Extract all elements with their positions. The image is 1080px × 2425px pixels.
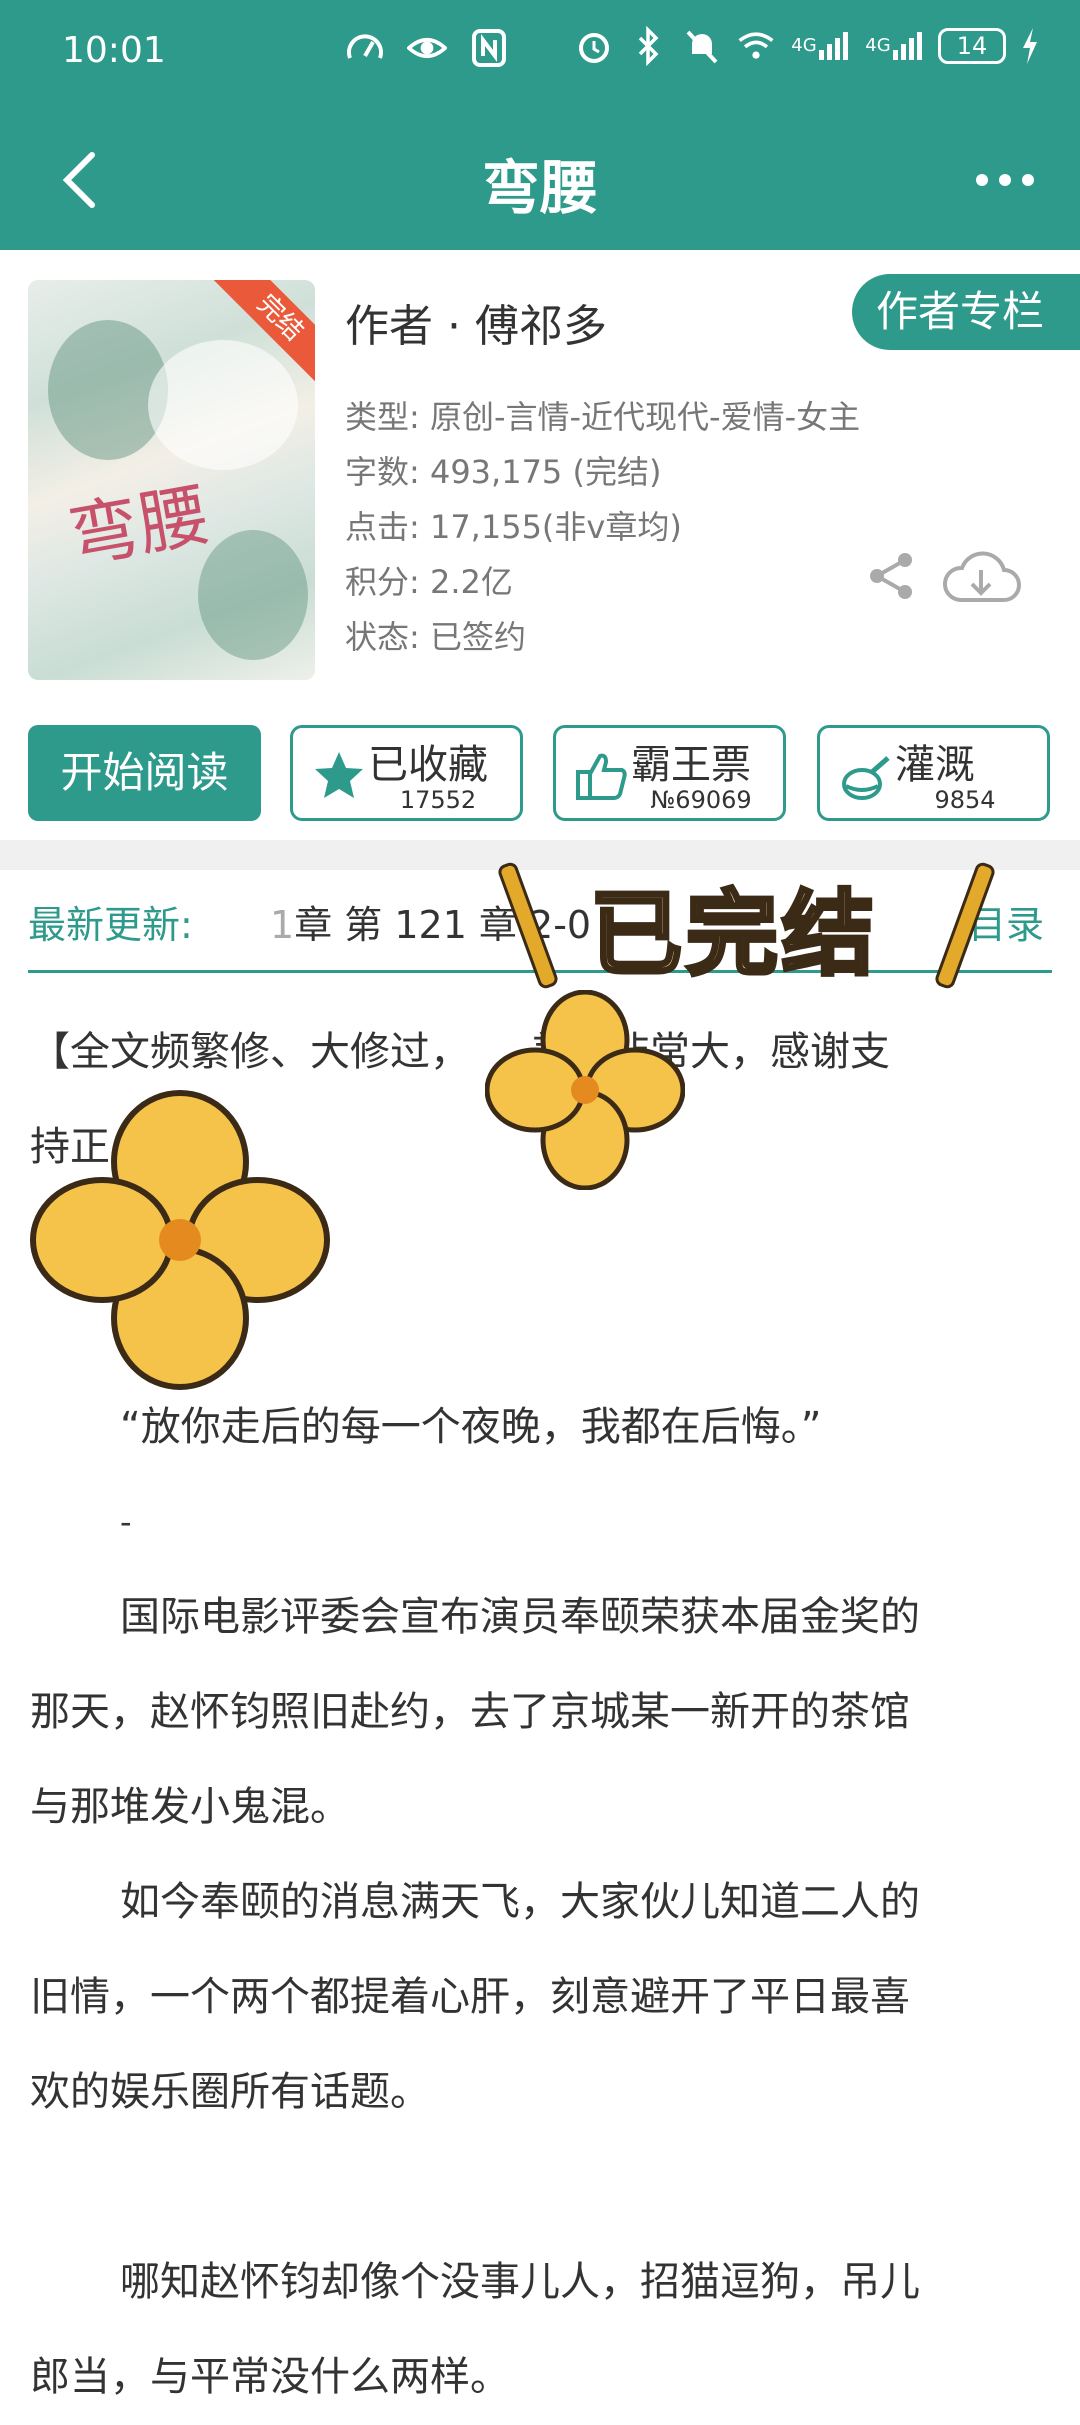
author-column-button[interactable]: 作者专栏: [852, 274, 1080, 350]
synopsis-line: 如今奉颐的消息满天飞，大家伙儿知道二人的: [120, 1879, 920, 1925]
completed-sticker: 已完结: [588, 879, 879, 990]
signal-icon-2: 4G: [864, 26, 924, 66]
synopsis-line: 哪知赵怀钧却像个没事儿人，招猫逗狗，吊儿: [120, 2259, 920, 2305]
nfc-icon: [469, 28, 509, 68]
synopsis-line: 旧情，一个两个都提着心肝，刻意避开了平日最喜: [30, 1974, 910, 2020]
latest-chapter-tail: -0: [553, 903, 592, 947]
more-button[interactable]: [970, 160, 1040, 200]
nav-bar: 弯腰: [0, 105, 1080, 250]
bluetooth-icon: [628, 26, 668, 66]
start-reading-button[interactable]: 开始阅读: [28, 725, 261, 821]
synopsis-quote: “放你走后的每一个夜晚，我都在后悔。”: [120, 1404, 822, 1450]
cover-title: 弯腰: [62, 473, 216, 579]
book-type: 类型: 原创-言情-近代现代-爱情-女主: [345, 398, 861, 436]
network-label: 4G: [865, 35, 891, 56]
share-icon[interactable]: [865, 550, 917, 602]
signal-icon-1: 4G: [790, 26, 850, 66]
latest-update-label: 最新更新:: [28, 903, 193, 947]
page-title: 弯腰: [481, 154, 598, 222]
author-name[interactable]: 作者 · 傅祁多: [345, 290, 607, 354]
book-cover[interactable]: 弯腰 完结: [28, 280, 315, 680]
synopsis-line: 欢的娱乐圈所有话题。: [30, 2069, 430, 2115]
wifi-icon: [736, 26, 776, 66]
star-icon: [311, 748, 367, 804]
synopsis-dash: -: [120, 1503, 132, 1541]
status-bar: 10:01 4G 4G 14: [0, 0, 1080, 105]
irrigate-count: 9854: [934, 786, 996, 814]
synopsis-line: 与那堆发小鬼混。: [30, 1784, 350, 1830]
vote-label: 霸王票: [631, 742, 751, 788]
more-dots-icon: [976, 174, 1034, 186]
download-icon[interactable]: [940, 548, 1022, 608]
book-meta: 类型: 原创-言情-近代现代-爱情-女主 字数: 493,175 (完结) 点击…: [345, 390, 860, 665]
speedometer-icon: [345, 28, 385, 68]
cover-decoration: [148, 340, 298, 470]
collect-count: 17552: [399, 786, 477, 814]
charging-icon: [1020, 26, 1040, 66]
alarm-icon: [574, 26, 614, 66]
synopsis-text: 【全文频繁修、大修过，: [30, 1029, 470, 1075]
section-divider: [0, 840, 1080, 870]
latest-chapter-fade: 1: [270, 903, 295, 947]
status-icons-left: [345, 28, 509, 68]
collect-button[interactable]: 已收藏 17552: [290, 725, 523, 821]
book-word-count: 字数: 493,175 (完结): [345, 453, 662, 491]
synopsis-line: 国际电影评委会宣布演员奉颐荣获本届金奖的: [120, 1594, 920, 1640]
book-score: 积分: 2.2亿: [345, 563, 513, 601]
action-buttons: 开始阅读 已收藏 17552 霸王票 №69069 灌溉 9854: [28, 725, 1052, 821]
flask-icon: [838, 748, 894, 804]
network-label: 4G: [791, 35, 817, 56]
synopsis-line: 那天，赵怀钧照旧赴约，去了京城某一新开的茶馆: [30, 1689, 910, 1735]
battery-indicator: 14: [938, 28, 1006, 64]
cover-decoration: [198, 530, 308, 660]
status-icons-right: 4G 4G 14: [574, 26, 1040, 66]
book-clicks: 点击: 17,155(非v章均): [345, 508, 682, 546]
mute-bell-icon: [682, 26, 722, 66]
book-status: 状态: 已签约: [345, 618, 526, 656]
book-info-panel: 弯腰 完结 作者 · 傅祁多 作者专栏 类型: 原创-言情-近代现代-爱情-女主…: [0, 250, 1080, 840]
synopsis-line: 郎当，与平常没什么两样。: [30, 2354, 510, 2400]
flower-sticker: [30, 1090, 330, 1390]
collect-label: 已收藏: [368, 742, 488, 788]
status-time: 10:01: [62, 30, 166, 71]
vote-button[interactable]: 霸王票 №69069: [553, 725, 786, 821]
irrigate-label: 灌溉: [895, 742, 975, 788]
eye-icon: [407, 28, 447, 68]
thumbs-up-icon: [574, 748, 630, 804]
irrigate-button[interactable]: 灌溉 9854: [817, 725, 1050, 821]
vote-count: №69069: [650, 786, 752, 814]
flower-sticker: [485, 990, 685, 1190]
